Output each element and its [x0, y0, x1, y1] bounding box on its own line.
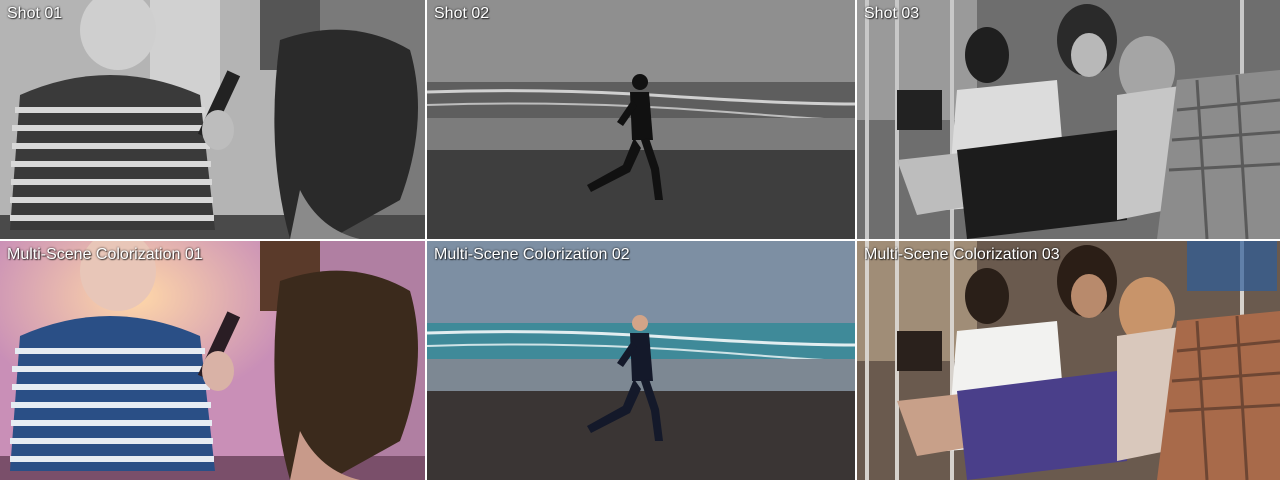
comparison-grid: Shot 01 Shot 02 Shot 03 Multi-Scene Colo… [0, 0, 1280, 480]
subway-scene-colorized-image [857, 241, 1280, 480]
panel-label: Shot 03 [864, 5, 920, 22]
panel-label: Shot 02 [434, 5, 490, 22]
colorization-02-panel: Multi-Scene Colorization 02 [427, 241, 855, 480]
subway-scene-image [857, 0, 1280, 239]
shot-03-panel: Shot 03 [857, 0, 1280, 239]
panel-label: Multi-Scene Colorization 01 [7, 246, 203, 263]
shot-01-panel: Shot 01 [0, 0, 425, 239]
colorization-01-panel: Multi-Scene Colorization 01 [0, 241, 425, 480]
panel-label: Shot 01 [7, 5, 63, 22]
colorization-03-panel: Multi-Scene Colorization 03 [857, 241, 1280, 480]
mirror-scene-colorized-image [0, 241, 425, 480]
shot-02-panel: Shot 02 [427, 0, 855, 239]
panel-label: Multi-Scene Colorization 03 [864, 246, 1060, 263]
mirror-scene-image [0, 0, 425, 239]
beach-runner-colorized-image [427, 241, 855, 480]
beach-runner-image [427, 0, 855, 239]
panel-label: Multi-Scene Colorization 02 [434, 246, 630, 263]
